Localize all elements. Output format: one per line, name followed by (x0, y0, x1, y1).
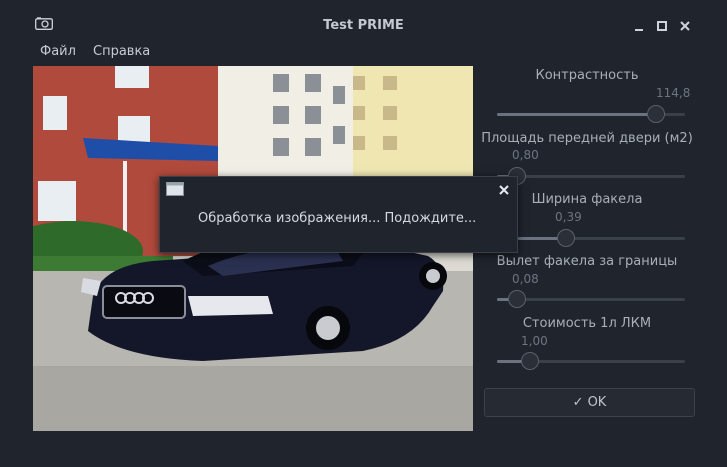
slider-handle[interactable] (521, 352, 540, 370)
torch-overshoot-slider[interactable] (497, 290, 685, 308)
paint-cost-value: 1,00 (521, 334, 548, 348)
slider-handle[interactable] (556, 229, 575, 247)
menu-file[interactable]: Файл (40, 44, 76, 59)
dialog-message: Обработка изображения... Подождите... (198, 211, 477, 226)
ok-button[interactable]: ✓ OK (484, 388, 695, 417)
paint-cost-slider[interactable] (497, 352, 685, 370)
window-icon (166, 182, 184, 196)
torch-width-slider[interactable] (497, 229, 685, 247)
processing-dialog: Обработка изображения... Подождите... (159, 176, 518, 253)
window-title: Test PRIME (323, 18, 404, 33)
door-area-label: Площадь передней двери (м2) (481, 131, 693, 146)
maximize-icon[interactable] (656, 20, 668, 32)
slider-handle[interactable] (508, 290, 526, 308)
torch-width-value: 0,39 (555, 210, 582, 224)
slider-handle[interactable] (647, 105, 666, 123)
menu-help[interactable]: Справка (93, 44, 150, 59)
contrast-label: Контрастность (535, 68, 639, 83)
door-area-slider[interactable] (497, 167, 685, 185)
main-window: Test PRIME Файл Справка Контрастность 11… (0, 0, 727, 467)
check-icon: ✓ (572, 395, 584, 410)
dialog-close-icon[interactable] (498, 184, 510, 196)
torch-overshoot-label: Вылет факела за границы (496, 254, 678, 269)
slider-fill (497, 113, 657, 116)
title-bar: Test PRIME (0, 0, 727, 40)
contrast-value: 114,8 (656, 86, 691, 100)
close-icon[interactable] (679, 20, 691, 32)
paint-cost-label: Стоимость 1л ЛКМ (522, 316, 652, 331)
ok-label: OK (587, 395, 607, 410)
torch-overshoot-value: 0,08 (512, 272, 539, 286)
minimize-icon[interactable] (633, 20, 645, 32)
contrast-slider[interactable] (497, 105, 685, 123)
door-area-value: 0,80 (512, 148, 539, 162)
